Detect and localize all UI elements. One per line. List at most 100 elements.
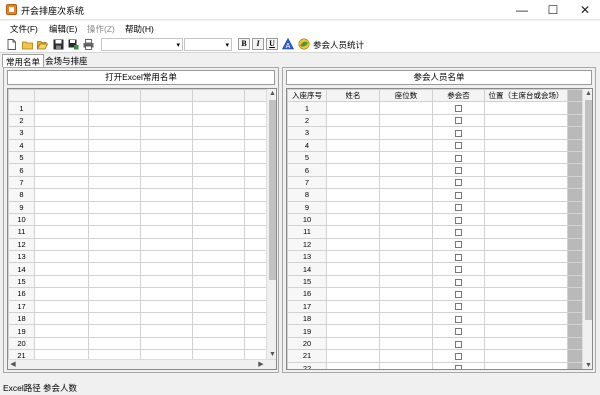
attend-checkbox[interactable] — [455, 167, 462, 175]
column-header-seat-count[interactable]: 座位数 — [379, 89, 433, 103]
table-cell[interactable] — [244, 237, 268, 252]
table-cell[interactable] — [140, 200, 193, 214]
attendee-grid[interactable]: 入座序号 姓名 座位数 参会否 位置（主席台或会场） 1 2 3 4 5 6 7 8 9 10 11… — [286, 88, 593, 370]
seat-count-cell[interactable] — [379, 250, 433, 264]
table-row[interactable]: 1 — [8, 101, 268, 115]
column-header-position[interactable]: 位置（主席台或会场） — [484, 89, 568, 103]
table-cell[interactable] — [244, 200, 268, 214]
table-cell[interactable] — [192, 138, 245, 152]
column-header-name[interactable]: 姓名 — [326, 89, 380, 103]
table-row[interactable]: 6 — [8, 163, 268, 177]
attend-checkbox[interactable] — [455, 117, 462, 125]
right-vertical-scrollbar[interactable]: ▲ ▼ — [582, 89, 592, 369]
underline-button[interactable]: U — [266, 38, 278, 50]
close-button[interactable]: ✕ — [566, 0, 600, 20]
scroll-right-icon[interactable]: ▶ — [256, 360, 266, 369]
stats-label[interactable]: 参会人员统计 — [313, 39, 364, 51]
table-cell[interactable] — [244, 225, 268, 239]
table-cell[interactable] — [244, 212, 268, 227]
table-cell[interactable] — [140, 150, 193, 165]
name-cell[interactable] — [326, 163, 380, 177]
table-cell[interactable] — [244, 163, 268, 177]
table-cell[interactable] — [192, 225, 245, 239]
table-row[interactable]: 4 — [8, 138, 268, 152]
name-cell[interactable] — [326, 336, 380, 351]
table-row[interactable]: 9 — [287, 200, 583, 214]
table-row[interactable]: 3 — [287, 126, 583, 140]
table-cell[interactable] — [88, 163, 141, 177]
position-cell[interactable] — [484, 262, 568, 276]
table-cell[interactable] — [140, 188, 193, 202]
name-cell[interactable] — [326, 349, 380, 363]
table-cell[interactable] — [34, 274, 89, 289]
name-cell[interactable] — [326, 101, 380, 115]
position-cell[interactable] — [484, 336, 568, 351]
table-cell[interactable] — [192, 274, 245, 289]
open-excel-list-button[interactable]: 打开Excel常用名单 — [7, 70, 275, 85]
table-cell[interactable] — [88, 262, 141, 276]
column-header-seat-no[interactable]: 入座序号 — [287, 89, 327, 103]
seat-count-cell[interactable] — [379, 138, 433, 152]
table-row[interactable]: 11 — [8, 225, 268, 239]
attend-checkbox[interactable] — [455, 365, 462, 369]
table-row[interactable]: 8 — [287, 188, 583, 202]
table-cell[interactable] — [88, 200, 141, 214]
table-cell[interactable] — [140, 175, 193, 190]
table-row[interactable]: 13 — [8, 250, 268, 264]
table-cell[interactable] — [244, 138, 268, 152]
table-cell[interactable] — [34, 113, 89, 128]
bold-button[interactable]: B — [238, 38, 250, 50]
menu-operate[interactable]: 操作(Z) — [87, 23, 115, 35]
table-row[interactable]: 10 — [287, 212, 583, 227]
table-cell[interactable] — [88, 237, 141, 252]
table-cell[interactable] — [192, 237, 245, 252]
table-cell[interactable] — [244, 312, 268, 326]
table-row[interactable]: 17 — [287, 299, 583, 314]
attend-checkbox[interactable] — [455, 179, 462, 187]
seat-count-cell[interactable] — [379, 336, 433, 351]
attend-checkbox[interactable] — [455, 340, 462, 348]
seat-count-cell[interactable] — [379, 150, 433, 165]
table-row[interactable]: 14 — [8, 262, 268, 276]
scroll-up-icon[interactable]: ▲ — [583, 89, 592, 98]
position-cell[interactable] — [484, 113, 568, 128]
table-cell[interactable] — [34, 188, 89, 202]
table-row[interactable]: 5 — [8, 150, 268, 165]
table-cell[interactable] — [192, 175, 245, 190]
table-cell[interactable] — [192, 188, 245, 202]
attend-checkbox[interactable] — [455, 352, 462, 360]
table-cell[interactable] — [88, 126, 141, 140]
table-cell[interactable] — [192, 212, 245, 227]
table-row[interactable]: 5 — [287, 150, 583, 165]
table-cell[interactable] — [244, 250, 268, 264]
table-row[interactable]: 15 — [287, 274, 583, 289]
table-cell[interactable] — [34, 324, 89, 338]
table-row[interactable]: 7 — [8, 175, 268, 190]
attend-checkbox[interactable] — [455, 105, 462, 113]
table-cell[interactable] — [140, 212, 193, 227]
table-cell[interactable] — [34, 225, 89, 239]
seat-count-cell[interactable] — [379, 212, 433, 227]
table-cell[interactable] — [34, 212, 89, 227]
table-row[interactable]: 15 — [8, 274, 268, 289]
position-cell[interactable] — [484, 225, 568, 239]
table-cell[interactable] — [140, 250, 193, 264]
attend-checkbox[interactable] — [455, 216, 462, 224]
table-cell[interactable] — [192, 299, 245, 314]
table-cell[interactable] — [244, 188, 268, 202]
attend-checkbox[interactable] — [455, 204, 462, 212]
scrollbar-thumb[interactable] — [585, 100, 592, 320]
table-cell[interactable] — [88, 113, 141, 128]
seat-count-cell[interactable] — [379, 262, 433, 276]
table-cell[interactable] — [192, 113, 245, 128]
table-cell[interactable] — [34, 200, 89, 214]
attend-checkbox[interactable] — [455, 229, 462, 236]
table-row[interactable]: 19 — [8, 324, 268, 338]
position-cell[interactable] — [484, 287, 568, 301]
table-cell[interactable] — [88, 175, 141, 190]
table-cell[interactable] — [88, 138, 141, 152]
table-cell[interactable] — [140, 312, 193, 326]
table-row[interactable]: 16 — [8, 287, 268, 301]
name-cell[interactable] — [326, 237, 380, 252]
name-cell[interactable] — [326, 324, 380, 338]
